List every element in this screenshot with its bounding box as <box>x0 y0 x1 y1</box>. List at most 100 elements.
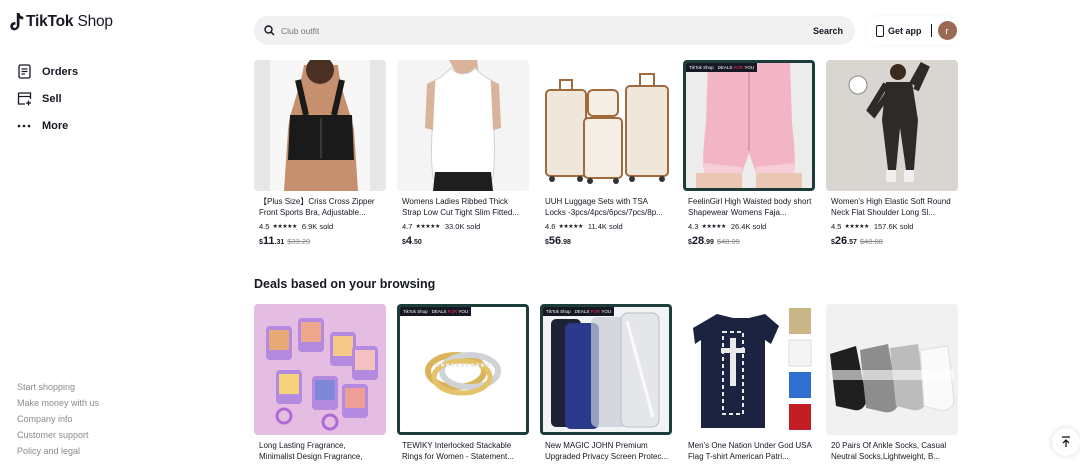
search-icon <box>264 25 275 36</box>
deal-tag-brand: TikTok Shop <box>546 309 571 314</box>
deal-tag-label: DEALS <box>717 65 733 70</box>
tiktok-shop-logo[interactable]: TikTok Shop <box>10 12 113 32</box>
product-title: 20 Pairs Of Ankle Socks, Casual Neutral … <box>831 441 947 461</box>
product-card[interactable]: 20 Pairs Of Ankle Socks, Casual Neutral … <box>826 304 958 462</box>
price-row: $ 28 .99 $48.99 <box>688 235 815 247</box>
star-rating-icon: ★★★★★ <box>558 223 583 230</box>
sold-count: 33.0K sold <box>444 221 481 231</box>
sidebar-nav: Orders Sell More <box>16 58 78 139</box>
product-title: FeelinGirl High Waisted body short Shape… <box>688 197 812 217</box>
footer-link-start-shopping[interactable]: Start shopping <box>17 381 99 397</box>
orders-icon <box>16 64 32 80</box>
search-input[interactable] <box>281 25 813 36</box>
deal-tag-brand: TikTok Shop <box>403 309 428 314</box>
product-title: Men's One Nation Under God USA Flag T-sh… <box>688 441 812 461</box>
get-app-button[interactable]: Get app <box>888 26 922 36</box>
rating-row: 4.7 ★★★★★ 33.0K sold <box>402 221 529 231</box>
scroll-to-top-button[interactable] <box>1052 428 1080 456</box>
sidebar-item-sell[interactable]: Sell <box>16 85 78 112</box>
rating-row: 4.6 ★★★★★ 11.4K sold <box>545 221 672 231</box>
deal-tag-label: FOR <box>733 65 744 70</box>
product-card[interactable]: Women's High Elastic Soft Round Neck Fla… <box>826 60 958 247</box>
rating-value: 4.5 <box>831 221 842 231</box>
product-title: TEWIKY Interlocked Stackable Rings for W… <box>402 441 514 461</box>
product-grid-recommended: 【Plus Size】Criss Cross Zipper Front Spor… <box>254 60 958 247</box>
avatar[interactable]: r <box>937 21 957 40</box>
deals-for-you-badge: TikTok Shop DEALS FOR YOU <box>543 307 615 316</box>
rings-image: TikTok Shop DEALS FOR YOU <box>397 304 529 435</box>
search-button[interactable]: Search <box>813 26 843 36</box>
product-title: New MAGIC JOHN Premium Upgraded Privacy … <box>545 441 669 461</box>
deal-tag-label: DEALS <box>431 309 447 314</box>
footer-link-make-money[interactable]: Make money with us <box>17 397 99 413</box>
price-row: $ 26 .57 $40.88 <box>831 235 958 247</box>
product-card[interactable]: TikTok Shop DEALS FOR YOU FeelinGirl Hig… <box>683 60 815 247</box>
fragrance-image <box>254 304 386 435</box>
product-card[interactable]: TikTok Shop DEALS FOR YOU New MAGIC JOHN… <box>540 304 672 462</box>
product-title: Womens Ladies Ribbed Thick Strap Low Cut… <box>402 197 519 217</box>
deals-for-you-badge: TikTok Shop DEALS FOR YOU <box>400 307 472 316</box>
sports-bra-image <box>254 60 386 191</box>
product-card[interactable]: Womens Ladies Ribbed Thick Strap Low Cut… <box>397 60 529 247</box>
rating-row: 4.5 ★★★★★ 6.9K sold <box>259 221 386 231</box>
price-whole: 11 <box>262 235 275 247</box>
product-card[interactable]: TikTok Shop DEALS FOR YOU TEWIKY Interlo… <box>397 304 529 462</box>
price-whole: 28 <box>691 235 705 247</box>
sold-count: 11.4K sold <box>587 221 623 231</box>
brand-suffix: Shop <box>77 13 113 30</box>
star-rating-icon: ★★★★★ <box>272 223 297 230</box>
footer-link-customer-support[interactable]: Customer support <box>17 429 99 445</box>
price-cents: .98 <box>561 239 571 246</box>
price-whole: 26 <box>834 235 848 247</box>
arrow-up-icon <box>1062 436 1070 447</box>
sell-icon <box>16 91 32 107</box>
tiktok-logo-icon <box>10 13 24 31</box>
original-price: $40.88 <box>859 237 883 246</box>
sidebar-item-label: Orders <box>42 65 79 78</box>
deal-tag-label: FOR <box>590 309 601 314</box>
deal-tag-label: FOR <box>447 309 458 314</box>
deal-tag-label: YOU <box>458 309 469 314</box>
price-whole: 56 <box>548 235 562 247</box>
sidebar-item-orders[interactable]: Orders <box>16 58 78 85</box>
deal-tag-label: YOU <box>601 309 612 314</box>
shapewear-image: TikTok Shop DEALS FOR YOU <box>683 60 815 191</box>
rating-value: 4.6 <box>545 221 556 231</box>
header-actions: Get app r <box>866 16 959 45</box>
tank-top-image <box>397 60 529 191</box>
rating-value: 4.7 <box>402 221 413 231</box>
star-rating-icon: ★★★★★ <box>415 223 440 230</box>
product-title: 【Plus Size】Criss Cross Zipper Front Spor… <box>259 197 375 217</box>
sidebar-item-label: Sell <box>42 92 62 105</box>
product-card[interactable]: Men's One Nation Under God USA Flag T-sh… <box>683 304 815 462</box>
product-title: Women's High Elastic Soft Round Neck Fla… <box>831 197 951 217</box>
sidebar: TikTok Shop Orders Sell More Start shopp… <box>0 0 230 470</box>
section-title: Deals based on your browsing <box>254 277 436 291</box>
product-title: Long Lasting Fragrance, Minimalist Desig… <box>259 441 363 461</box>
product-card[interactable]: UUH Luggage Sets with TSA Locks -3pcs/4p… <box>540 60 672 247</box>
product-grid-deals: Long Lasting Fragrance, Minimalist Desig… <box>254 304 958 462</box>
footer-link-policy-legal[interactable]: Policy and legal <box>17 445 99 461</box>
footer-link-company-info[interactable]: Company info <box>17 413 99 429</box>
luggage-set-image <box>540 60 672 191</box>
deal-tag-label: DEALS <box>574 309 590 314</box>
price-cents: .57 <box>847 239 857 246</box>
rating-row: 4.5 ★★★★★ 157.6K sold <box>831 221 958 231</box>
price-cents: .31 <box>274 239 285 246</box>
bodysuit-image <box>826 60 958 191</box>
rating-value: 4.3 <box>688 221 699 231</box>
sidebar-item-label: More <box>42 119 69 132</box>
price-row: $ 56 .98 <box>545 235 672 247</box>
sidebar-item-more[interactable]: More <box>16 112 78 139</box>
product-card[interactable]: 【Plus Size】Criss Cross Zipper Front Spor… <box>254 60 386 247</box>
product-title: UUH Luggage Sets with TSA Locks -3pcs/4p… <box>545 197 663 217</box>
more-icon <box>16 118 32 134</box>
deal-tag-brand: TikTok Shop <box>689 65 714 70</box>
footer-links: Start shopping Make money with us Compan… <box>17 381 99 461</box>
price-cents: .99 <box>704 239 714 246</box>
brand-name: TikTok <box>26 13 74 30</box>
star-rating-icon: ★★★★★ <box>844 223 869 230</box>
deal-tag-label: YOU <box>744 65 755 70</box>
sold-count: 26.4K sold <box>730 221 767 231</box>
product-card[interactable]: Long Lasting Fragrance, Minimalist Desig… <box>254 304 386 462</box>
